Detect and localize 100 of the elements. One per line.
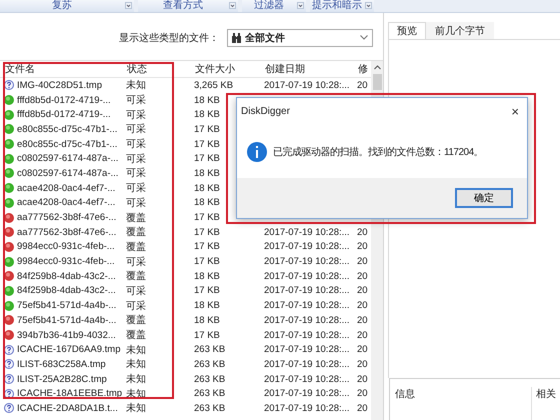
table-cell-text: 17 KB <box>193 226 221 238</box>
table-cell: 2017-07-19 10:28:... <box>264 270 350 282</box>
table-cell: c0802597-6174-487a-... <box>0 168 122 179</box>
filter-label: 显示这些类型的文件： <box>119 32 219 44</box>
table-cell-text: 17 KB <box>193 285 221 296</box>
table-cell-text: 未知 <box>125 78 147 92</box>
table-cell: ILIST-25A2B28C.tmp <box>0 374 122 385</box>
table-cell: 84f259b8-4dab-43c2-... <box>0 270 122 282</box>
table-cell: 2017-07-19 10:28:... <box>264 388 350 400</box>
table-cell-text: 18 KB <box>193 197 221 208</box>
table-cell: 2017-07-19 10:28:... <box>264 358 350 370</box>
table-cell-text: 17 KB <box>193 330 221 341</box>
table-cell-text: 18 KB <box>193 314 221 326</box>
table-cell-text: 17 KB <box>193 124 221 135</box>
table-cell-text: 覆盖 <box>125 328 147 342</box>
table-cell-text: 覆盖 <box>125 212 147 225</box>
table-cell-text: 可采 <box>125 182 147 196</box>
table-cell: fffd8b5d-0172-4719-... <box>0 94 122 106</box>
table-cell-text: 覆盖 <box>125 226 147 240</box>
table-cell-text: 18 KB <box>193 94 221 106</box>
tab[interactable]: 前几个字节 <box>426 22 494 39</box>
file-type-dropdown[interactable]: 全部文件 <box>227 28 373 46</box>
table-cell: 20 <box>357 402 368 414</box>
tab[interactable]: 预览 <box>388 22 426 39</box>
table-cell: 2017-07-19 10:28:... <box>264 80 350 91</box>
table-cell-text: 覆盖 <box>125 240 147 254</box>
table-cell-text: 可采 <box>125 166 147 180</box>
table-cell: e80c855c-d75c-47b1-... <box>0 138 122 150</box>
table-cell-text: 263 KB <box>193 388 226 400</box>
table-cell: 2017-07-19 10:28:... <box>264 314 350 326</box>
table-cell-text: 可采 <box>125 256 147 269</box>
related-label: 相关 <box>531 387 556 420</box>
table-cell-text: 3,265 KB <box>193 80 234 91</box>
table-cell: c0802597-6174-487a-... <box>0 153 122 164</box>
table-cell-text: 可采 <box>125 108 147 122</box>
table-cell-text: 未知 <box>125 344 147 357</box>
table-cell-text: 263 KB <box>193 402 226 414</box>
table-cell-text: 17 KB <box>193 138 221 150</box>
table-cell: 20 <box>357 285 368 296</box>
table-cell-text: 可采 <box>125 94 147 108</box>
table-cell: 75ef5b41-571d-4a4b-... <box>0 314 122 326</box>
table-cell: 20 <box>357 374 368 385</box>
table-cell: 20 <box>357 330 368 341</box>
table-cell-text: 17 KB <box>193 256 221 268</box>
table-cell: 20 <box>357 344 368 356</box>
table-cell: 2017-07-19 10:28:... <box>264 402 350 414</box>
table-cell-text: 可采 <box>125 284 147 298</box>
table-cell: ILIST-683C258A.tmp <box>0 358 122 370</box>
table-cell: 20 <box>357 270 368 282</box>
table-cell: 20 <box>357 314 368 326</box>
dialog-title: DiskDigger <box>241 106 290 116</box>
table-cell-text: 可采 <box>125 196 147 210</box>
table-cell: 20 <box>357 80 368 91</box>
toolbar-button[interactable]: 过滤器 <box>242 0 306 12</box>
dialog-message: 已完成驱动器的扫描。找到的文件总数：117204。 <box>273 146 484 159</box>
table-cell: acae4208-0ac4-4ef7-... <box>0 182 122 194</box>
table-cell: 9984ecc0-931c-4feb-... <box>0 241 122 252</box>
table-cell-text: 18 KB <box>193 300 221 312</box>
table-cell: 2017-07-19 10:28:... <box>264 374 350 385</box>
table-cell-text: 可采 <box>125 138 147 152</box>
table-cell: 20 <box>357 300 368 312</box>
table-cell: 75ef5b41-571d-4a4b-... <box>0 300 122 312</box>
table-cell-text: 18 KB <box>193 270 221 282</box>
info-label: 信息 <box>395 388 415 401</box>
table-cell: 2017-07-19 10:28:... <box>264 300 350 312</box>
table-cell: 2017-07-19 10:28:... <box>264 226 350 238</box>
table-cell: e80c855c-d75c-47b1-... <box>0 124 122 135</box>
table-cell: 2017-07-19 10:28:... <box>264 330 350 341</box>
table-cell: 2017-07-19 10:28:... <box>264 344 350 356</box>
table-cell-text: 17 KB <box>193 153 221 164</box>
table-cell: 20 <box>357 358 368 370</box>
table-cell: aa777562-3b8f-47e6-... <box>0 226 122 238</box>
table-cell: 20 <box>357 241 368 252</box>
table-cell-text: 未知 <box>125 402 147 416</box>
close-button[interactable]: × <box>509 104 521 118</box>
table-cell: ICACHE-2DA8DA1B.t... <box>0 402 122 414</box>
table-cell-text: 可采 <box>125 122 147 136</box>
table-cell-text: 18 KB <box>193 168 221 179</box>
table-cell: 2017-07-19 10:28:... <box>264 256 350 268</box>
table-cell-text: 18 KB <box>193 182 221 194</box>
table-cell-text: 覆盖 <box>125 314 147 328</box>
table-cell: 2017-07-19 10:28:... <box>264 241 350 252</box>
table-cell-text: 17 KB <box>193 212 221 224</box>
table-cell-text: 未知 <box>125 372 147 386</box>
table-cell-text: 未知 <box>125 358 147 372</box>
table-cell-text: 17 KB <box>193 241 221 252</box>
table-cell-text: 263 KB <box>193 374 226 385</box>
ok-button[interactable]: 确定 <box>455 188 513 208</box>
toolbar-button[interactable]: 复苏 <box>0 0 134 12</box>
table-cell-text: 263 KB <box>193 358 226 370</box>
table-cell: 394b7b36-41b9-4032... <box>0 330 122 341</box>
table-cell: acae4208-0ac4-4ef7-... <box>0 197 122 208</box>
table-cell: fffd8b5d-0172-4719-... <box>0 109 122 120</box>
table-cell: 84f259b8-4dab-43c2-... <box>0 285 122 296</box>
table-cell: 2017-07-19 10:28:... <box>264 285 350 296</box>
table-cell-text: 可采 <box>125 152 147 166</box>
table-cell: 20 <box>357 256 368 268</box>
table-cell-text: 覆盖 <box>125 270 147 284</box>
table-cell: aa777562-3b8f-47e6-... <box>0 212 122 224</box>
table-cell: 9984ecc0-931c-4feb-... <box>0 256 122 268</box>
